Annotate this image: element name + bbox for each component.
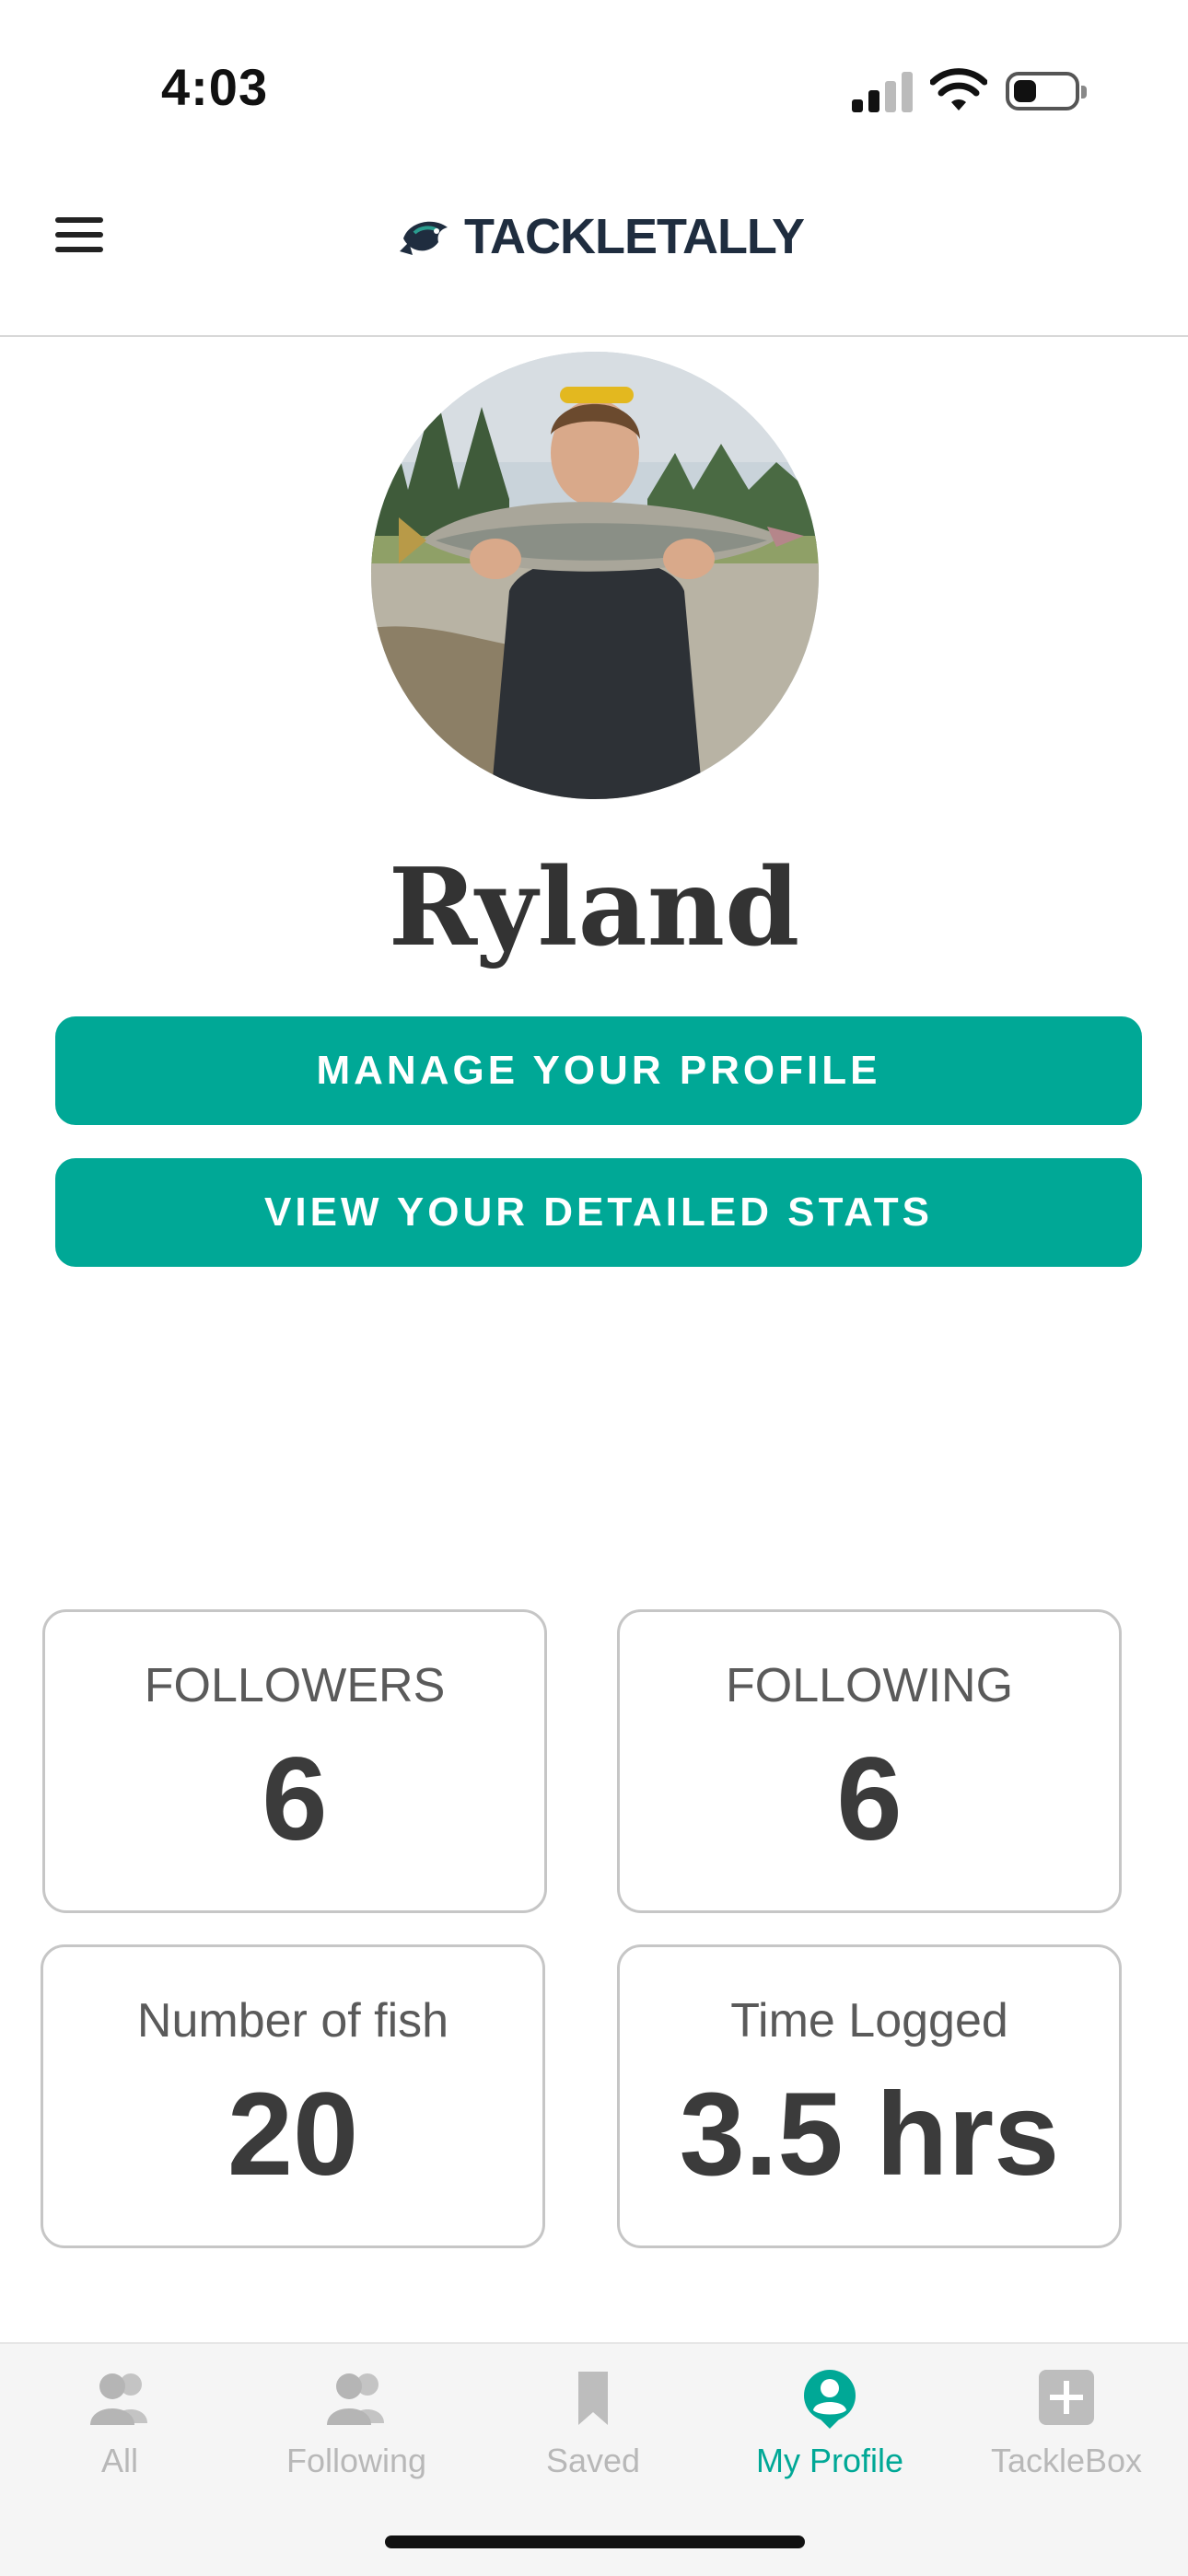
fish-logo-icon xyxy=(400,221,448,255)
time-logged-card: Time Logged 3.5 hrs xyxy=(617,1944,1122,2248)
following-label: FOLLOWING xyxy=(725,1659,1014,1712)
fish-count-card: Number of fish 20 xyxy=(41,1944,545,2248)
nav-item-following[interactable]: Following xyxy=(241,2368,472,2480)
fish-count-value: 20 xyxy=(227,2069,359,2200)
header-divider xyxy=(0,335,1188,337)
followers-card[interactable]: FOLLOWERS 6 xyxy=(42,1609,547,1913)
view-detailed-stats-button[interactable]: VIEW YOUR DETAILED STATS xyxy=(55,1158,1142,1267)
nav-label-my-profile: My Profile xyxy=(755,2442,904,2479)
profile-name: Ryland xyxy=(388,845,800,970)
profile-icon xyxy=(804,2370,856,2429)
avatar[interactable] xyxy=(371,352,819,799)
time-logged-value: 3.5 hrs xyxy=(679,2069,1060,2200)
nav-item-all[interactable]: All xyxy=(5,2368,235,2480)
nav-label-saved: Saved xyxy=(545,2442,641,2479)
nav-item-my-profile[interactable]: My Profile xyxy=(715,2368,945,2480)
following-count: 6 xyxy=(836,1734,903,1865)
following-card[interactable]: FOLLOWING 6 xyxy=(617,1609,1122,1913)
time-logged-label: Time Logged xyxy=(730,1994,1008,2048)
cellular-signal-icon xyxy=(852,72,913,112)
nav-label-following: Following xyxy=(285,2442,427,2479)
fish-count-label: Number of fish xyxy=(136,1994,449,2048)
avatar-photo xyxy=(371,352,819,799)
wifi-icon xyxy=(930,68,987,110)
nav-label-all: All xyxy=(100,2442,138,2479)
home-indicator xyxy=(385,2535,805,2548)
logo-text: TACKLETALLY xyxy=(464,209,805,264)
battery-icon xyxy=(1006,72,1087,110)
status-time: 4:03 xyxy=(161,58,269,116)
hamburger-menu-icon[interactable] xyxy=(55,217,103,252)
nav-item-tacklebox[interactable]: TackleBox xyxy=(951,2368,1182,2480)
manage-profile-button[interactable]: MANAGE YOUR PROFILE xyxy=(55,1016,1142,1125)
bookmark-icon xyxy=(578,2372,608,2425)
app-logo: TACKLETALLY xyxy=(396,204,805,269)
people-icon xyxy=(327,2373,384,2425)
nav-label-tacklebox: TackleBox xyxy=(990,2442,1143,2479)
followers-count: 6 xyxy=(262,1734,328,1865)
people-icon xyxy=(90,2373,147,2425)
nav-item-saved[interactable]: Saved xyxy=(478,2368,708,2480)
followers-label: FOLLOWERS xyxy=(144,1659,446,1712)
plus-box-icon xyxy=(1039,2370,1094,2425)
